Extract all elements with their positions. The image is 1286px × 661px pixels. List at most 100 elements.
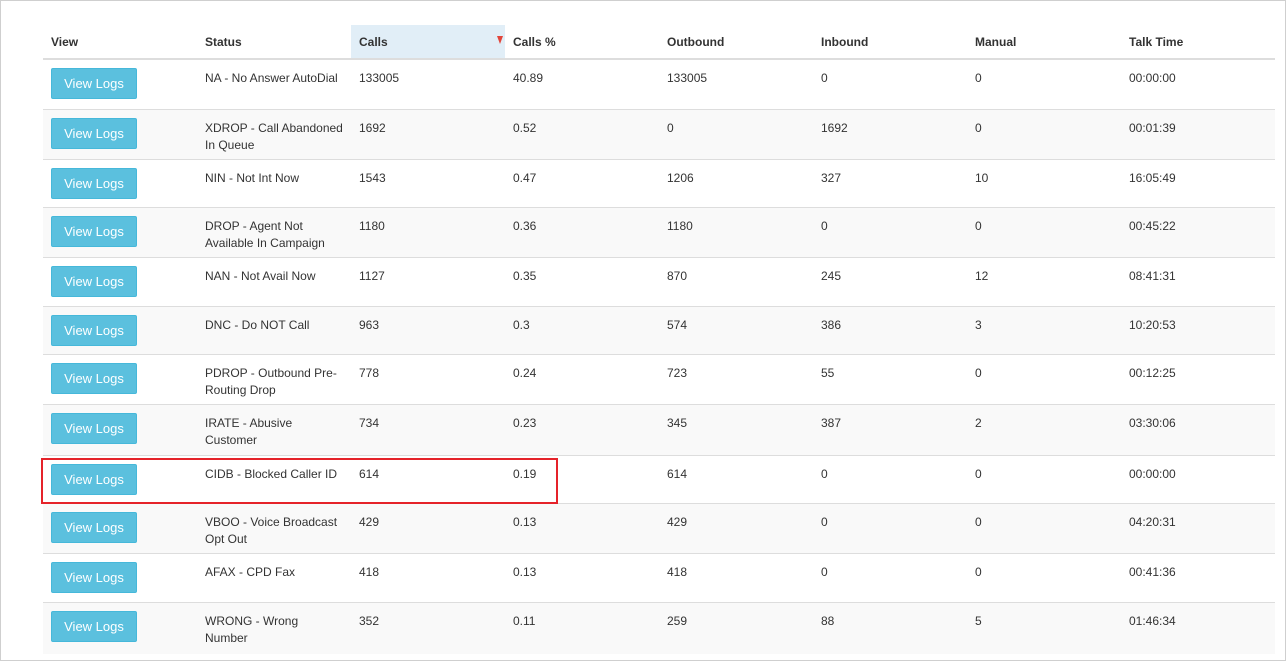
view-logs-button[interactable]: View Logs <box>51 314 137 346</box>
sort-descending-icon <box>497 36 503 44</box>
header-calls[interactable]: Calls <box>351 25 505 60</box>
outbound-cell: 429 <box>659 502 813 553</box>
manual-cell: 0 <box>967 206 1121 257</box>
table-row: View Logs IRATE - Abusive Customer 734 0.23… <box>43 403 1275 455</box>
calls-percent-cell: 0.13 <box>505 552 659 602</box>
talk-time-cell: 01:46:34 <box>1121 601 1275 654</box>
inbound-cell: 327 <box>813 158 967 207</box>
status-cell: NAN - Not Avail Now <box>197 256 351 306</box>
view-cell: View Logs <box>43 353 197 404</box>
header-calls-percent[interactable]: Calls % <box>505 25 659 60</box>
view-cell: View Logs <box>43 305 197 354</box>
status-cell: IRATE - Abusive Customer <box>197 403 351 455</box>
view-logs-button[interactable]: View Logs <box>51 265 137 297</box>
header-outbound[interactable]: Outbound <box>659 25 813 60</box>
manual-cell: 12 <box>967 256 1121 306</box>
calls-cell: 778 <box>351 353 505 404</box>
talk-time-cell: 10:20:53 <box>1121 305 1275 354</box>
talk-time-cell: 00:12:25 <box>1121 353 1275 404</box>
inbound-cell: 1692 <box>813 108 967 159</box>
view-logs-button[interactable]: View Logs <box>51 561 137 593</box>
manual-cell: 3 <box>967 305 1121 354</box>
header-inbound[interactable]: Inbound <box>813 25 967 60</box>
table-row: View Logs AFAX - CPD Fax 418 0.13 418 0 0 00:41… <box>43 552 1275 602</box>
manual-cell: 0 <box>967 454 1121 503</box>
view-cell: View Logs <box>43 58 197 109</box>
outbound-cell: 870 <box>659 256 813 306</box>
table-row: View Logs NAN - Not Avail Now 1127 0.35 870 2… <box>43 256 1275 306</box>
inbound-cell: 0 <box>813 552 967 602</box>
status-cell: NIN - Not Int Now <box>197 158 351 207</box>
calls-cell: 1127 <box>351 256 505 306</box>
status-cell: PDROP - Outbound Pre-Routing Drop <box>197 353 351 404</box>
outbound-cell: 0 <box>659 108 813 159</box>
table-row: View Logs NIN - Not Int Now 1543 0.47 1206 32… <box>43 158 1275 207</box>
calls-cell: 614 <box>351 454 505 503</box>
manual-cell: 5 <box>967 601 1121 654</box>
table-row: View Logs XDROP - Call Abandoned In Queue… <box>43 108 1275 159</box>
table-row: View Logs WRONG - Wrong Number 352 0.11 259 8… <box>43 601 1275 654</box>
outbound-cell: 614 <box>659 454 813 503</box>
status-cell: DROP - Agent Not Available In Campaign <box>197 206 351 257</box>
table-row: View Logs NA - No Answer AutoDial 133005 40… <box>43 58 1275 109</box>
outbound-cell: 345 <box>659 403 813 455</box>
view-cell: View Logs <box>43 256 197 306</box>
manual-cell: 0 <box>967 353 1121 404</box>
calls-cell: 429 <box>351 502 505 553</box>
inbound-cell: 0 <box>813 58 967 109</box>
calls-cell: 1692 <box>351 108 505 159</box>
view-logs-button[interactable]: View Logs <box>51 610 137 642</box>
inbound-cell: 0 <box>813 454 967 503</box>
header-manual[interactable]: Manual <box>967 25 1121 60</box>
view-cell: View Logs <box>43 454 197 503</box>
outbound-cell: 723 <box>659 353 813 404</box>
talk-time-cell: 00:41:36 <box>1121 552 1275 602</box>
status-cell: DNC - Do NOT Call <box>197 305 351 354</box>
talk-time-cell: 08:41:31 <box>1121 256 1275 306</box>
view-logs-button[interactable]: View Logs <box>51 215 137 247</box>
table-row: View Logs DNC - Do NOT Call 963 0.3 574 386 3 1… <box>43 305 1275 354</box>
status-report-table: View Status Calls Calls % Outbound Inbou… <box>43 25 1275 654</box>
inbound-cell: 245 <box>813 256 967 306</box>
manual-cell: 0 <box>967 108 1121 159</box>
table-row-highlighted: View Logs CIDB - Blocked Caller ID 614 0.19… <box>43 454 1275 503</box>
calls-percent-cell: 0.13 <box>505 502 659 553</box>
status-cell: NA - No Answer AutoDial <box>197 58 351 109</box>
view-logs-button[interactable]: View Logs <box>51 362 137 394</box>
inbound-cell: 386 <box>813 305 967 354</box>
outbound-cell: 259 <box>659 601 813 654</box>
inbound-cell: 88 <box>813 601 967 654</box>
view-logs-button[interactable]: View Logs <box>51 412 137 444</box>
view-logs-button[interactable]: View Logs <box>51 68 137 99</box>
outbound-cell: 574 <box>659 305 813 354</box>
talk-time-cell: 16:05:49 <box>1121 158 1275 207</box>
view-logs-button[interactable]: View Logs <box>51 463 137 495</box>
table-header-row: View Status Calls Calls % Outbound Inbou… <box>43 25 1275 60</box>
status-cell: VBOO - Voice Broadcast Opt Out <box>197 502 351 553</box>
calls-percent-cell: 0.11 <box>505 601 659 654</box>
view-cell: View Logs <box>43 206 197 257</box>
header-view[interactable]: View <box>43 25 197 60</box>
view-logs-button[interactable]: View Logs <box>51 167 137 199</box>
view-cell: View Logs <box>43 502 197 553</box>
table-row: View Logs DROP - Agent Not Available In C… <box>43 206 1275 257</box>
view-cell: View Logs <box>43 403 197 455</box>
manual-cell: 0 <box>967 58 1121 109</box>
inbound-cell: 387 <box>813 403 967 455</box>
view-logs-button[interactable]: View Logs <box>51 511 137 543</box>
inbound-cell: 55 <box>813 353 967 404</box>
table-row: View Logs VBOO - Voice Broadcast Opt Out 4… <box>43 502 1275 553</box>
manual-cell: 0 <box>967 552 1121 602</box>
view-cell: View Logs <box>43 552 197 602</box>
calls-cell: 1180 <box>351 206 505 257</box>
header-talk-time[interactable]: Talk Time <box>1121 25 1275 60</box>
header-status[interactable]: Status <box>197 25 351 60</box>
outbound-cell: 133005 <box>659 58 813 109</box>
calls-cell: 133005 <box>351 58 505 109</box>
talk-time-cell: 03:30:06 <box>1121 403 1275 455</box>
view-cell: View Logs <box>43 108 197 159</box>
outbound-cell: 1206 <box>659 158 813 207</box>
view-logs-button[interactable]: View Logs <box>51 117 137 149</box>
view-cell: View Logs <box>43 158 197 207</box>
talk-time-cell: 00:45:22 <box>1121 206 1275 257</box>
